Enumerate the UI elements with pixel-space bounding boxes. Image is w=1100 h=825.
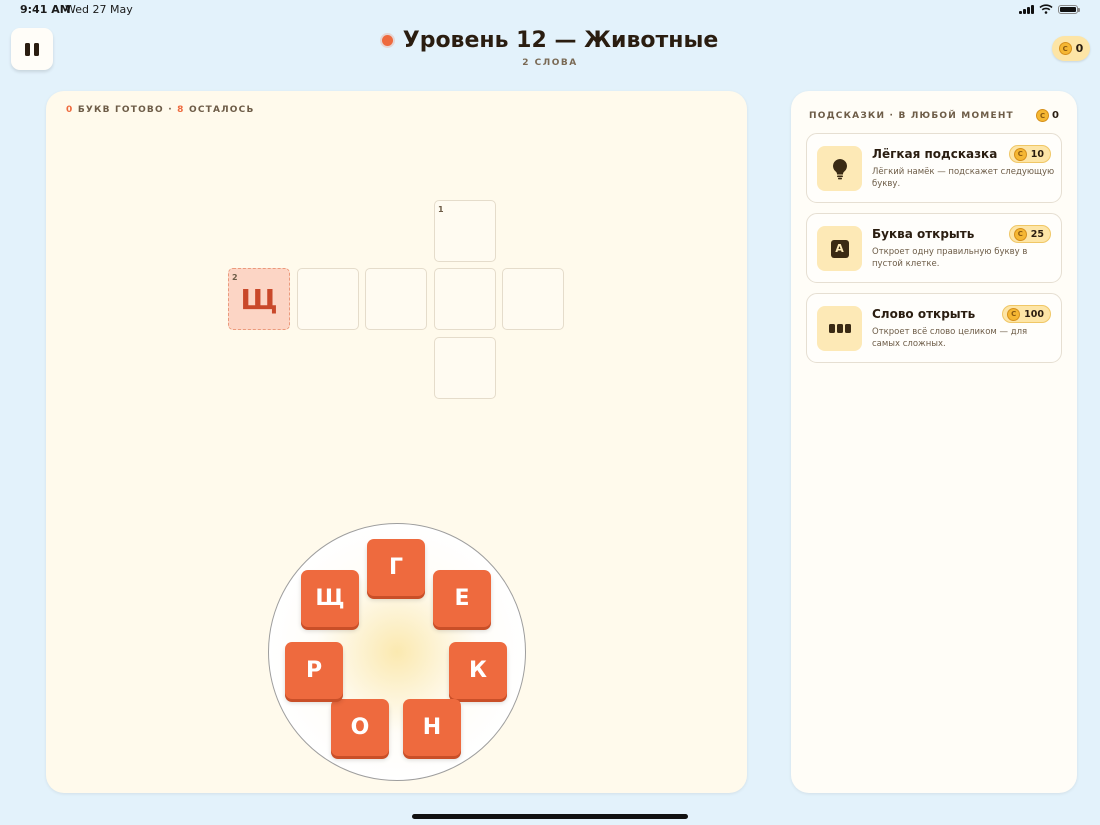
grid-cell[interactable]: 1 [434,200,496,262]
level-title: Уровень 12 — Животные [381,28,719,53]
word-blocks-icon-box [817,306,862,351]
grid-cell[interactable] [297,268,359,330]
hint-easy-card[interactable]: Лёгкая подсказка Лёгкий намёк — подскаже… [806,133,1062,203]
grid-cell-revealed[interactable]: 2 Щ [228,268,290,330]
cellular-signal-icon [1019,4,1034,14]
cell-letter [435,201,495,261]
hint-name: Буква открыть [872,227,975,241]
grid-cell[interactable] [502,268,564,330]
coin-icon: C [1013,147,1027,161]
level-title-text: Уровень 12 — Животные [402,28,719,53]
letter-a-icon: А [830,239,849,258]
hints-header: ПОДСКАЗКИ · В ЛЮБОЙ МОМЕНТ C 0 [809,109,1059,122]
letter-tile[interactable]: Н [403,699,461,756]
hints-balance-value: 0 [1052,110,1059,121]
coin-icon: C [1058,42,1072,55]
hint-reveal-letter-card[interactable]: А Буква открыть Откроет одну правильную … [806,213,1062,283]
status-bar: 9:41 AM Wed 27 May [0,0,1100,20]
letter-tile[interactable]: Г [367,539,425,596]
level-header: Уровень 12 — Животные 2 СЛОВА [0,28,1100,68]
coin-icon: C [1013,227,1027,241]
letter-tile[interactable]: Е [433,570,491,627]
home-indicator[interactable] [412,814,688,819]
letters-done-count: 0 [66,105,74,115]
cell-letter [298,269,358,329]
grid-cell[interactable] [434,268,496,330]
hint-reveal-word-card[interactable]: Слово открыть Откроет всё слово целиком … [806,293,1062,363]
hint-description: Откроет одну правильную букву в пустой к… [872,247,1028,269]
letter-tile[interactable]: О [331,699,389,756]
cell-letter [435,338,495,398]
letter-tile[interactable]: К [449,642,507,699]
coin-balance[interactable]: C 0 [1052,36,1090,61]
letters-left-label: ОСТАЛОСЬ [188,105,255,115]
coin-icon: C [1036,109,1050,122]
cell-letter [435,269,495,329]
status-system-icons [1019,4,1080,14]
status-time: 9:41 AM [20,3,71,16]
hint-price: C 25 [1008,225,1051,243]
letter-a-icon-box: А [817,226,862,271]
grid-cell[interactable] [365,268,427,330]
hints-heading: ПОДСКАЗКИ · В ЛЮБОЙ МОМЕНТ [809,110,1014,121]
grid-cell[interactable] [434,337,496,399]
letters-done-label: БУКВ ГОТОВО [77,105,164,115]
hint-description: Откроет всё слово целиком — для самых сл… [872,327,1028,349]
progress-counter: 0 БУКВ ГОТОВО · 8 ОСТАЛОСЬ [66,105,255,115]
crossword-board: 0 БУКВ ГОТОВО · 8 ОСТАЛОСЬ 1 2 Щ Г Е К Н… [46,91,747,793]
progress-separator: · [163,105,178,115]
letter-tile[interactable]: Щ [301,570,359,627]
status-date: Wed 27 May [65,3,133,16]
cell-letter [503,269,563,329]
level-status-dot [381,35,393,46]
letter-tile[interactable]: Р [285,642,343,699]
coin-balance-value: 0 [1075,42,1084,55]
wifi-icon [1039,4,1053,14]
coin-icon: C [1007,307,1021,321]
word-count: 2 СЛОВА [522,58,578,68]
letters-left-count: 8 [177,105,185,115]
hint-price-value: 10 [1030,148,1044,160]
cell-letter: Щ [240,282,278,316]
letter-wheel[interactable]: Г Е К Н О Р Щ [268,523,526,781]
cell-letter [366,269,426,329]
hints-balance: C 0 [1036,109,1059,122]
hint-price: C 10 [1008,145,1051,163]
battery-icon [1058,4,1080,14]
hints-panel: ПОДСКАЗКИ · В ЛЮБОЙ МОМЕНТ C 0 Лёгкая по… [791,91,1077,793]
hint-price-value: 100 [1024,308,1044,320]
hint-price-value: 25 [1030,228,1044,240]
hint-description: Лёгкий намёк — подскажет следующую букву… [872,167,1055,189]
hint-price: C 100 [1002,305,1051,323]
hint-name: Лёгкая подсказка [872,147,998,161]
hint-name: Слово открыть [872,307,976,321]
lightbulb-icon [817,146,862,191]
word-blocks-icon [828,324,851,333]
